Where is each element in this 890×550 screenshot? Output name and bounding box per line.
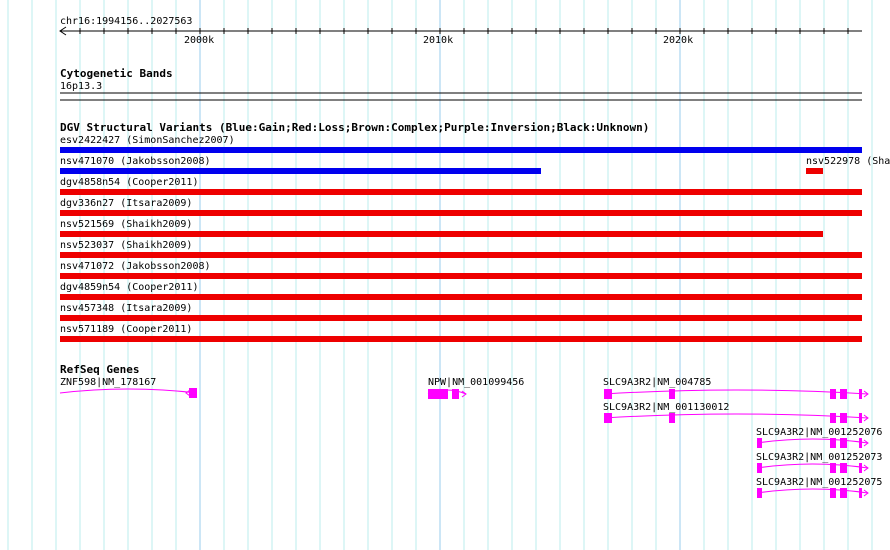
variant-label[interactable]: nsv457348 (Itsara2009) xyxy=(60,303,192,314)
ruler-tick-label: 2000k xyxy=(184,35,215,46)
gene-label[interactable]: SLC9A3R2|NM_004785 xyxy=(603,377,711,388)
cyto-band-label: 16p13.3 xyxy=(60,81,103,92)
gene-label[interactable]: SLC9A3R2|NM_001252073 xyxy=(756,452,882,463)
gene-exon xyxy=(830,463,836,473)
gene-exon xyxy=(859,389,862,399)
variant-bar xyxy=(60,231,823,237)
ruler-tick-label: 2010k xyxy=(423,35,454,46)
variant-bar xyxy=(60,273,862,279)
gene-label[interactable]: ZNF598|NM_178167 xyxy=(60,377,156,388)
variant-bar xyxy=(60,294,862,300)
gene-intron-line xyxy=(756,463,869,469)
variant-label[interactable]: esv2422427 (SimonSanchez2007) xyxy=(60,135,235,146)
genome-browser: chr16:1994156..2027563 2000k 2010k 2020k… xyxy=(0,0,890,550)
gene-exon xyxy=(604,389,612,399)
gene-exon xyxy=(859,463,862,473)
gene-exon xyxy=(859,438,862,448)
gene-label[interactable]: SLC9A3R2|NM_001130012 xyxy=(603,402,729,413)
variant-bar xyxy=(60,210,862,216)
variant-label[interactable]: nsv523037 (Shaikh2009) xyxy=(60,240,192,251)
gene-label[interactable]: SLC9A3R2|NM_001252075 xyxy=(756,477,882,488)
gene-exon xyxy=(840,463,847,473)
gene-intron-line xyxy=(756,488,869,494)
gene-exon xyxy=(859,488,862,498)
variant-bar xyxy=(806,168,823,174)
gene-exon xyxy=(604,413,612,423)
track-canvas[interactable] xyxy=(0,0,890,550)
gene-exon xyxy=(830,488,836,498)
gene-label[interactable]: NPW|NM_001099456 xyxy=(428,377,524,388)
variant-label[interactable]: nsv522978 (Sha xyxy=(806,156,890,167)
gene-exon xyxy=(840,438,847,448)
gene-exon xyxy=(428,389,448,399)
gene-exon xyxy=(840,389,847,399)
gene-exon xyxy=(830,413,836,423)
gene-exon xyxy=(840,413,847,423)
variant-label[interactable]: nsv471070 (Jakobsson2008) xyxy=(60,156,211,167)
gene-intron-line xyxy=(603,389,869,395)
variant-label[interactable]: nsv471072 (Jakobsson2008) xyxy=(60,261,211,272)
variant-bar xyxy=(60,147,862,153)
gene-exon xyxy=(669,413,675,423)
gene-exon xyxy=(757,463,762,473)
variant-bar xyxy=(60,168,541,174)
variant-label[interactable]: dgv4858n54 (Cooper2011) xyxy=(60,177,198,188)
gene-exon xyxy=(840,488,847,498)
variant-label[interactable]: nsv571189 (Cooper2011) xyxy=(60,324,192,335)
variant-bar xyxy=(60,189,862,195)
refseq-track-title: RefSeq Genes xyxy=(60,363,140,376)
ruler-tick-label: 2020k xyxy=(663,35,694,46)
gene-exon xyxy=(830,389,836,399)
gene-exon xyxy=(859,413,862,423)
variant-label[interactable]: nsv521569 (Shaikh2009) xyxy=(60,219,192,230)
gene-intron-line xyxy=(603,413,869,419)
variant-bar xyxy=(60,315,862,321)
variant-label[interactable]: dgv4859n54 (Cooper2011) xyxy=(60,282,198,293)
position-label: chr16:1994156..2027563 xyxy=(60,16,193,27)
gene-exon xyxy=(452,389,459,399)
gene-exon xyxy=(669,389,675,399)
cyto-track-title: Cytogenetic Bands xyxy=(60,67,173,80)
gene-exon xyxy=(757,438,762,448)
gene-label[interactable]: SLC9A3R2|NM_001252076 xyxy=(756,427,882,438)
variant-bar xyxy=(60,336,862,342)
variant-label[interactable]: dgv336n27 (Itsara2009) xyxy=(60,198,192,209)
gene-intron-line xyxy=(756,438,869,444)
variant-bar xyxy=(60,252,862,258)
gene-exon xyxy=(757,488,762,498)
gene-exon xyxy=(189,388,197,398)
dgv-track-title: DGV Structural Variants (Blue:Gain;Red:L… xyxy=(60,121,650,134)
gene-exon xyxy=(830,438,836,448)
